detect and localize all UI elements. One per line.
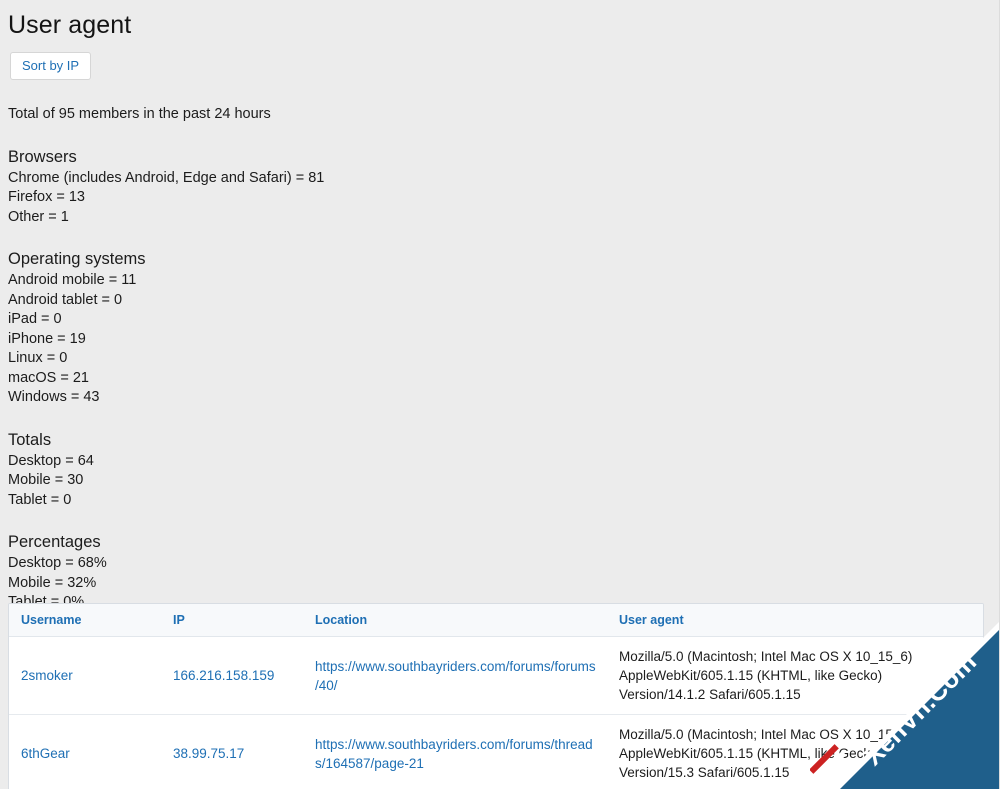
page-title: User agent bbox=[8, 11, 132, 39]
username-link[interactable]: 6thGear bbox=[21, 746, 70, 761]
stat-os-android-mobile: Android mobile = 11 bbox=[8, 272, 137, 289]
cell-view-date: Yesterday at 10:03 AM bbox=[979, 714, 983, 789]
cell-location: https://www.southbayriders.com/forums/fo… bbox=[303, 637, 607, 715]
section-operating-systems: Operating systems Android mobile = 11 An… bbox=[8, 227, 999, 408]
column-header-view-date[interactable]: View date bbox=[979, 604, 983, 637]
cell-location: https://www.southbayriders.com/forums/th… bbox=[303, 714, 607, 789]
column-header-ip[interactable]: IP bbox=[161, 604, 303, 637]
toolbar: Sort by IP bbox=[0, 40, 999, 80]
cell-ip: 166.216.158.159 bbox=[161, 637, 303, 715]
section-heading-browsers: Browsers bbox=[8, 147, 77, 166]
cell-view-date: Yesterday at 7:20 AM bbox=[979, 637, 983, 715]
ip-link[interactable]: 38.99.75.17 bbox=[173, 746, 244, 761]
ip-link[interactable]: 166.216.158.159 bbox=[173, 668, 274, 683]
location-link[interactable]: https://www.southbayriders.com/forums/th… bbox=[315, 737, 593, 771]
column-header-location[interactable]: Location bbox=[303, 604, 607, 637]
user-agent-table-container: Username IP Location User agent View dat… bbox=[8, 603, 984, 789]
stat-browsers-other: Other = 1 bbox=[8, 208, 69, 225]
section-percentages: Percentages Desktop = 68% Mobile = 32% T… bbox=[8, 510, 999, 613]
column-header-user-agent[interactable]: User agent bbox=[607, 604, 979, 637]
cell-user-agent: Mozilla/5.0 (Macintosh; Intel Mac OS X 1… bbox=[607, 714, 979, 789]
sort-by-ip-button[interactable]: Sort by IP bbox=[10, 52, 92, 80]
stat-totals-mobile: Mobile = 30 bbox=[8, 472, 84, 489]
section-heading-percentages: Percentages bbox=[8, 533, 101, 552]
user-agent-line: AppleWebKit/605.1.15 (KHTML, like Gecko) bbox=[619, 746, 883, 761]
stat-browsers-chrome: Chrome (includes Android, Edge and Safar… bbox=[8, 169, 325, 186]
stat-os-ipad: iPad = 0 bbox=[8, 311, 62, 328]
cell-ip: 38.99.75.17 bbox=[161, 714, 303, 789]
summary-block: Total of 95 members in the past 24 hours… bbox=[0, 80, 999, 613]
location-link[interactable]: https://www.southbayriders.com/forums/fo… bbox=[315, 659, 596, 693]
section-browsers: Browsers Chrome (includes Android, Edge … bbox=[8, 125, 999, 228]
table-header-row: Username IP Location User agent View dat… bbox=[9, 604, 983, 637]
stat-os-windows: Windows = 43 bbox=[8, 389, 100, 406]
cell-username: 2smoker bbox=[9, 637, 161, 715]
user-agent-line: AppleWebKit/605.1.15 (KHTML, like Gecko) bbox=[619, 668, 883, 683]
stat-totals-tablet: Tablet = 0 bbox=[8, 491, 72, 508]
cell-user-agent: Mozilla/5.0 (Macintosh; Intel Mac OS X 1… bbox=[607, 637, 979, 715]
stat-os-iphone: iPhone = 19 bbox=[8, 330, 86, 347]
cell-username: 6thGear bbox=[9, 714, 161, 789]
stat-os-macos: macOS = 21 bbox=[8, 369, 89, 386]
table-row: 6thGear 38.99.75.17 https://www.southbay… bbox=[9, 714, 983, 789]
table-row: 2smoker 166.216.158.159 https://www.sout… bbox=[9, 637, 983, 715]
stat-os-android-tablet: Android tablet = 0 bbox=[8, 291, 123, 308]
stat-pct-desktop: Desktop = 68% bbox=[8, 555, 107, 572]
section-heading-totals: Totals bbox=[8, 430, 52, 449]
user-agent-table: Username IP Location User agent View dat… bbox=[9, 604, 983, 789]
table-body: 2smoker 166.216.158.159 https://www.sout… bbox=[9, 637, 983, 789]
stat-pct-mobile: Mobile = 32% bbox=[8, 574, 97, 591]
user-agent-line: Version/14.1.2 Safari/605.1.15 bbox=[619, 687, 801, 702]
stat-os-linux: Linux = 0 bbox=[8, 350, 68, 367]
user-agent-line: Mozilla/5.0 (Macintosh; Intel Mac OS X 1… bbox=[619, 727, 913, 742]
user-agent-line: Mozilla/5.0 (Macintosh; Intel Mac OS X 1… bbox=[619, 649, 913, 664]
username-link[interactable]: 2smoker bbox=[21, 668, 73, 683]
section-totals: Totals Desktop = 64 Mobile = 30 Tablet =… bbox=[8, 408, 999, 511]
column-header-username[interactable]: Username bbox=[9, 604, 161, 637]
stat-totals-desktop: Desktop = 64 bbox=[8, 452, 94, 469]
total-members-line: Total of 95 members in the past 24 hours bbox=[8, 106, 271, 122]
stat-browsers-firefox: Firefox = 13 bbox=[8, 189, 85, 206]
user-agent-line: Version/15.3 Safari/605.1.15 bbox=[619, 765, 790, 780]
section-heading-operating-systems: Operating systems bbox=[8, 250, 146, 269]
page-root: User agent Sort by IP Total of 95 member… bbox=[0, 0, 1000, 789]
table-head: Username IP Location User agent View dat… bbox=[9, 604, 983, 637]
